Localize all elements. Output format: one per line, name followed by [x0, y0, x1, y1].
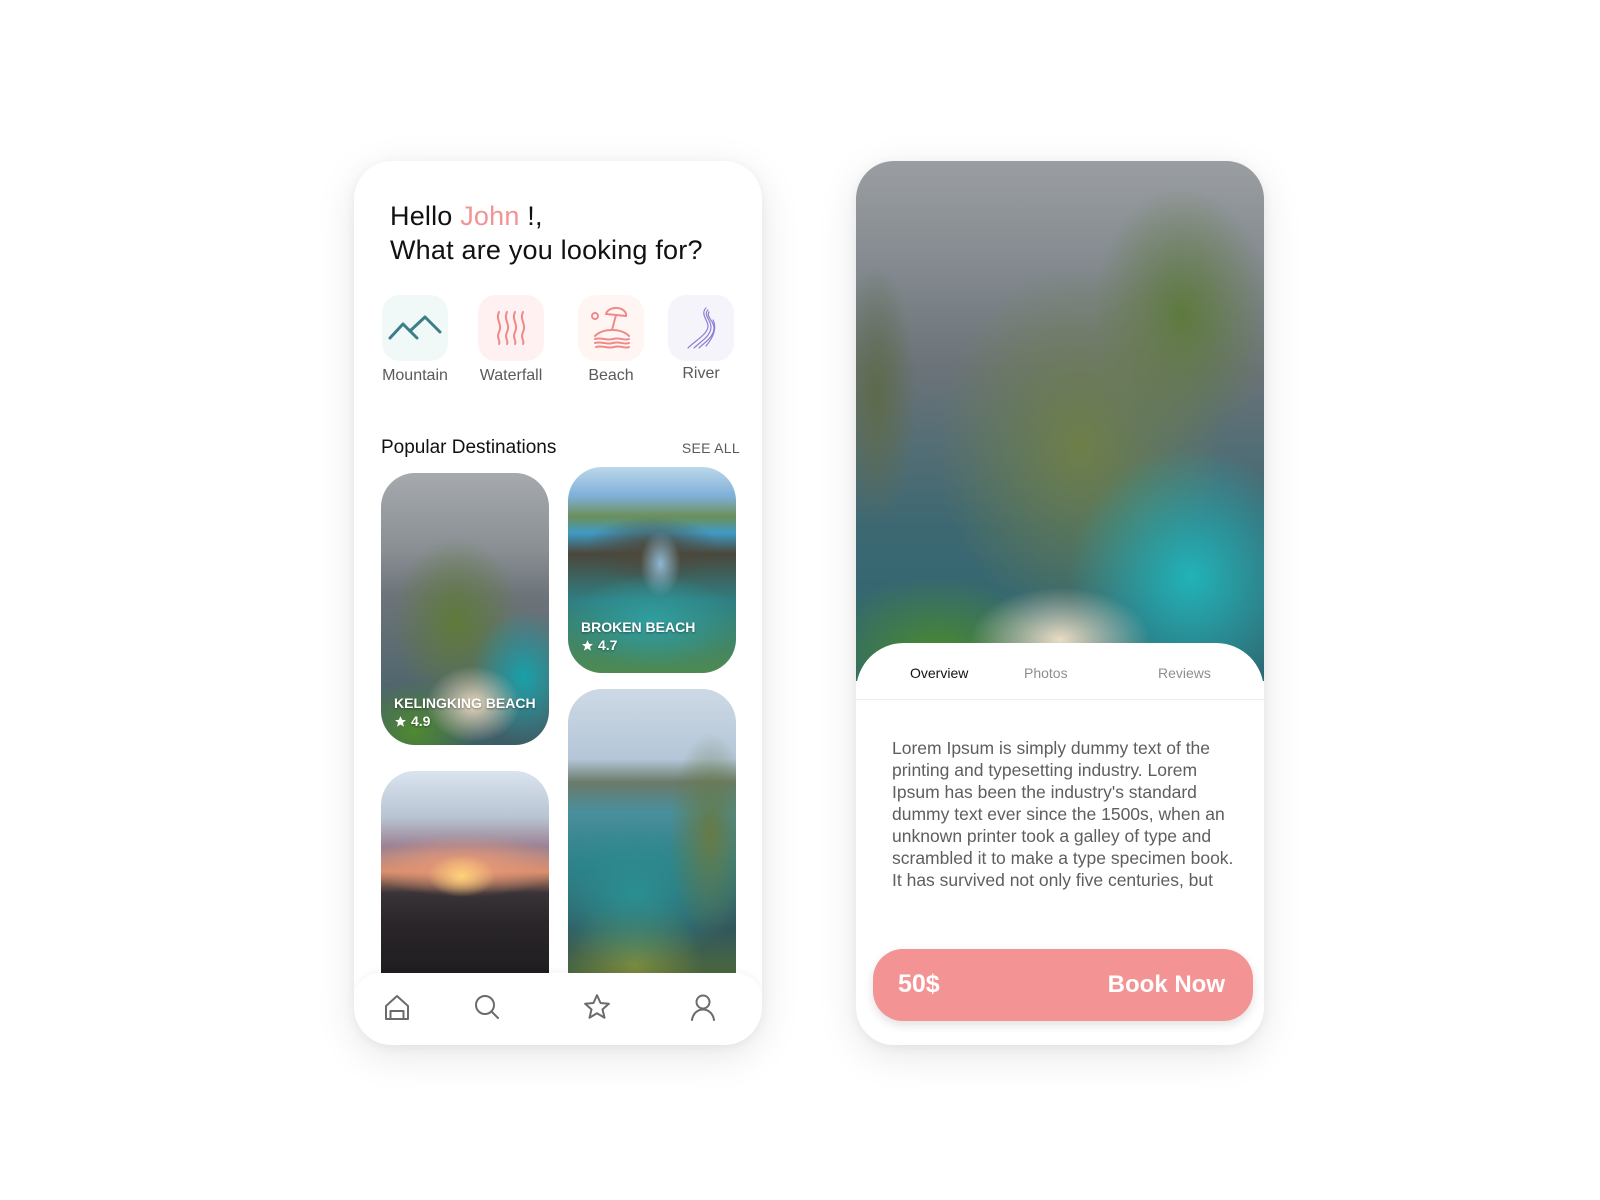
destination-rating: 4.7	[581, 637, 617, 653]
section-title: Popular Destinations	[381, 437, 557, 458]
hero-image	[856, 161, 1264, 681]
greeting: Hello John !, What are you looking for?	[390, 199, 703, 267]
nav-profile[interactable]	[687, 991, 719, 1023]
bottom-nav	[354, 973, 762, 1045]
category-river[interactable]: River	[660, 295, 742, 383]
category-waterfall[interactable]: Waterfall	[470, 295, 552, 385]
waterfall-icon	[496, 311, 526, 345]
category-label: Beach	[588, 367, 634, 384]
star-icon	[395, 715, 406, 727]
mountain-icon	[388, 315, 442, 340]
star-icon	[582, 639, 593, 651]
destination-card-broken-beach[interactable]: BROKEN BEACH 4.7	[568, 467, 736, 673]
category-beach[interactable]: Beach	[570, 295, 652, 385]
detail-screen: Overview Photos Reviews Lorem Ipsum is s…	[856, 161, 1264, 1045]
book-now-button[interactable]: 50$ Book Now	[873, 949, 1253, 1021]
tab-photos[interactable]: Photos	[1024, 665, 1068, 681]
destination-name: BROKEN BEACH	[581, 619, 696, 635]
category-label: Mountain	[382, 367, 448, 384]
search-icon	[475, 995, 499, 1019]
star-outline-icon	[584, 994, 610, 1019]
destination-card-cliffs[interactable]	[568, 689, 736, 981]
home-icon	[385, 995, 409, 1020]
category-label: Waterfall	[479, 367, 543, 384]
destination-name: KELINGKING BEACH	[394, 695, 536, 711]
tab-bar: Overview Photos Reviews	[856, 643, 1264, 700]
greeting-suffix: !,	[519, 201, 543, 231]
waterfall-tile	[478, 295, 544, 361]
nav-favorites[interactable]	[581, 991, 613, 1023]
destination-card-kelingking[interactable]: KELINGKING BEACH 4.9	[381, 473, 549, 745]
destination-card-sunset[interactable]	[381, 771, 549, 981]
user-name: John	[460, 201, 520, 231]
rating-value: 4.7	[598, 637, 618, 653]
greeting-question: What are you looking for?	[390, 235, 703, 265]
nav-search[interactable]	[471, 991, 503, 1023]
see-all-link[interactable]: SEE ALL	[682, 440, 740, 456]
beach-icon	[591, 306, 630, 349]
home-screen: Hello John !, What are you looking for? …	[354, 161, 762, 1045]
tab-reviews[interactable]: Reviews	[1158, 665, 1211, 681]
price: 50$	[898, 970, 940, 998]
river-icon	[687, 307, 716, 349]
nav-home[interactable]	[381, 991, 413, 1023]
tab-overview[interactable]: Overview	[910, 665, 968, 681]
description: Lorem Ipsum is simply dummy text of the …	[892, 738, 1234, 890]
mountain-tile	[382, 295, 448, 361]
book-now-label: Book Now	[1107, 971, 1225, 998]
destination-rating: 4.9	[394, 713, 430, 729]
beach-tile	[578, 295, 644, 361]
detail-panel: Overview Photos Reviews Lorem Ipsum is s…	[856, 643, 1264, 1045]
category-label: River	[682, 365, 720, 382]
category-mountain[interactable]: Mountain	[374, 295, 456, 385]
river-tile	[668, 295, 734, 361]
category-list: Mountain Waterfall Beach River	[374, 295, 754, 395]
greeting-hello: Hello	[390, 201, 453, 231]
rating-value: 4.9	[411, 713, 431, 729]
profile-icon	[691, 994, 715, 1021]
